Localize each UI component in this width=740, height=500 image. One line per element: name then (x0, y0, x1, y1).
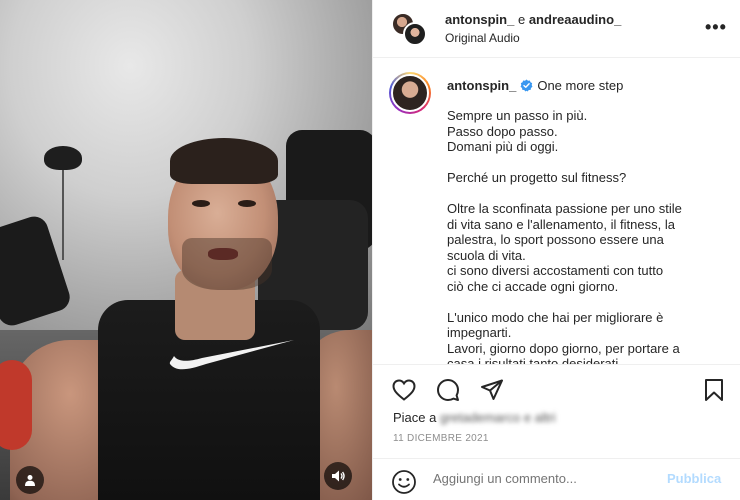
caption-header: antonspin_ One more step (447, 78, 623, 93)
caption-avatar-image (391, 74, 429, 112)
avatar-andreaaudino[interactable] (403, 22, 427, 46)
caption-username-link[interactable]: antonspin_ (447, 78, 516, 93)
right-eye (238, 200, 256, 207)
caption-line: impegnarti. (447, 325, 512, 340)
comment-bar: Pubblica (373, 458, 740, 500)
caption-line: palestra, lo sport possono essere una (447, 232, 664, 247)
likes-user-link[interactable]: gretademarco e altri (440, 410, 556, 425)
likes-summary[interactable]: Piace a gretademarco e altri (393, 410, 556, 425)
user-tag-icon (25, 475, 35, 486)
caption-line: Domani più di oggi. (447, 139, 559, 154)
swoosh-logo (169, 340, 294, 370)
save-button[interactable] (701, 377, 727, 403)
post-sidebar: antonspin_ e andreaaudino_ Original Audi… (372, 0, 740, 500)
heart-icon (392, 379, 416, 401)
comment-button[interactable] (435, 377, 461, 403)
share-button[interactable] (479, 377, 505, 403)
left-eye (192, 200, 210, 207)
caption-avatar[interactable] (389, 72, 431, 114)
user-tag-button[interactable] (16, 466, 44, 494)
caption-line: L'unico modo che hai per migliorare è (447, 309, 664, 325)
header-user1-link[interactable]: antonspin_ (445, 12, 514, 27)
beard (182, 238, 272, 290)
likes-prefix: Piace a (393, 410, 437, 425)
ceiling-lamp (44, 146, 82, 170)
lamp-cord (62, 170, 64, 260)
caption-line: Perché un progetto sul fitness? (447, 170, 627, 185)
caption-line (447, 294, 731, 310)
verified-icon (520, 79, 533, 92)
header-joiner: e (517, 12, 526, 27)
comment-icon (437, 379, 459, 401)
caption-line (447, 186, 731, 202)
publish-button[interactable]: Pubblica (667, 471, 721, 486)
bookmark-icon (705, 379, 723, 401)
like-button[interactable] (391, 377, 417, 403)
comment-input[interactable] (433, 471, 653, 486)
audio-icon (332, 470, 345, 482)
caption-line (447, 155, 731, 171)
caption-area[interactable]: antonspin_ One more step Sempre un passo… (373, 58, 740, 364)
caption-line: Sempre un passo in più. (447, 108, 588, 123)
caption-line: di vita sano e l'allenamento, il fitness… (447, 216, 675, 232)
caption-title: One more step (537, 78, 624, 93)
share-icon (481, 379, 503, 400)
caption-line: Passo dopo passo. (447, 123, 558, 139)
caption-line: scuola di vita. (447, 247, 526, 263)
post-media[interactable] (0, 0, 372, 500)
audio-button[interactable] (324, 462, 352, 490)
header-user2-link[interactable]: andreaaudino_ (529, 12, 621, 27)
post-header: antonspin_ e andreaaudino_ Original Audi… (373, 0, 740, 58)
more-icon: ••• (705, 17, 727, 37)
author-avatars[interactable] (391, 12, 427, 46)
caption-text: Sempre un passo in più. Passo dopo passo.… (447, 108, 731, 364)
post-date: 11 DICEMBRE 2021 (393, 433, 489, 444)
original-audio-link[interactable]: Original Audio (445, 31, 520, 45)
caption-line: casa i risultati tanto desiderati. (447, 356, 622, 364)
more-options-button[interactable]: ••• (705, 17, 727, 38)
emoji-icon[interactable] (391, 469, 417, 495)
caption-line: ciò che ci accade ogni giorno. (447, 278, 619, 294)
action-bar (373, 364, 740, 410)
mouth (208, 248, 238, 260)
caption-line: Oltre la sconfinata passione per uno sti… (447, 201, 682, 216)
red-object (0, 360, 32, 450)
caption-line: Lavori, giorno dopo giorno, per portare … (447, 340, 680, 356)
caption-line: ci sono diversi accostamenti con tutto (447, 263, 664, 278)
hair (170, 138, 278, 184)
header-authors: antonspin_ e andreaaudino_ (445, 12, 621, 27)
